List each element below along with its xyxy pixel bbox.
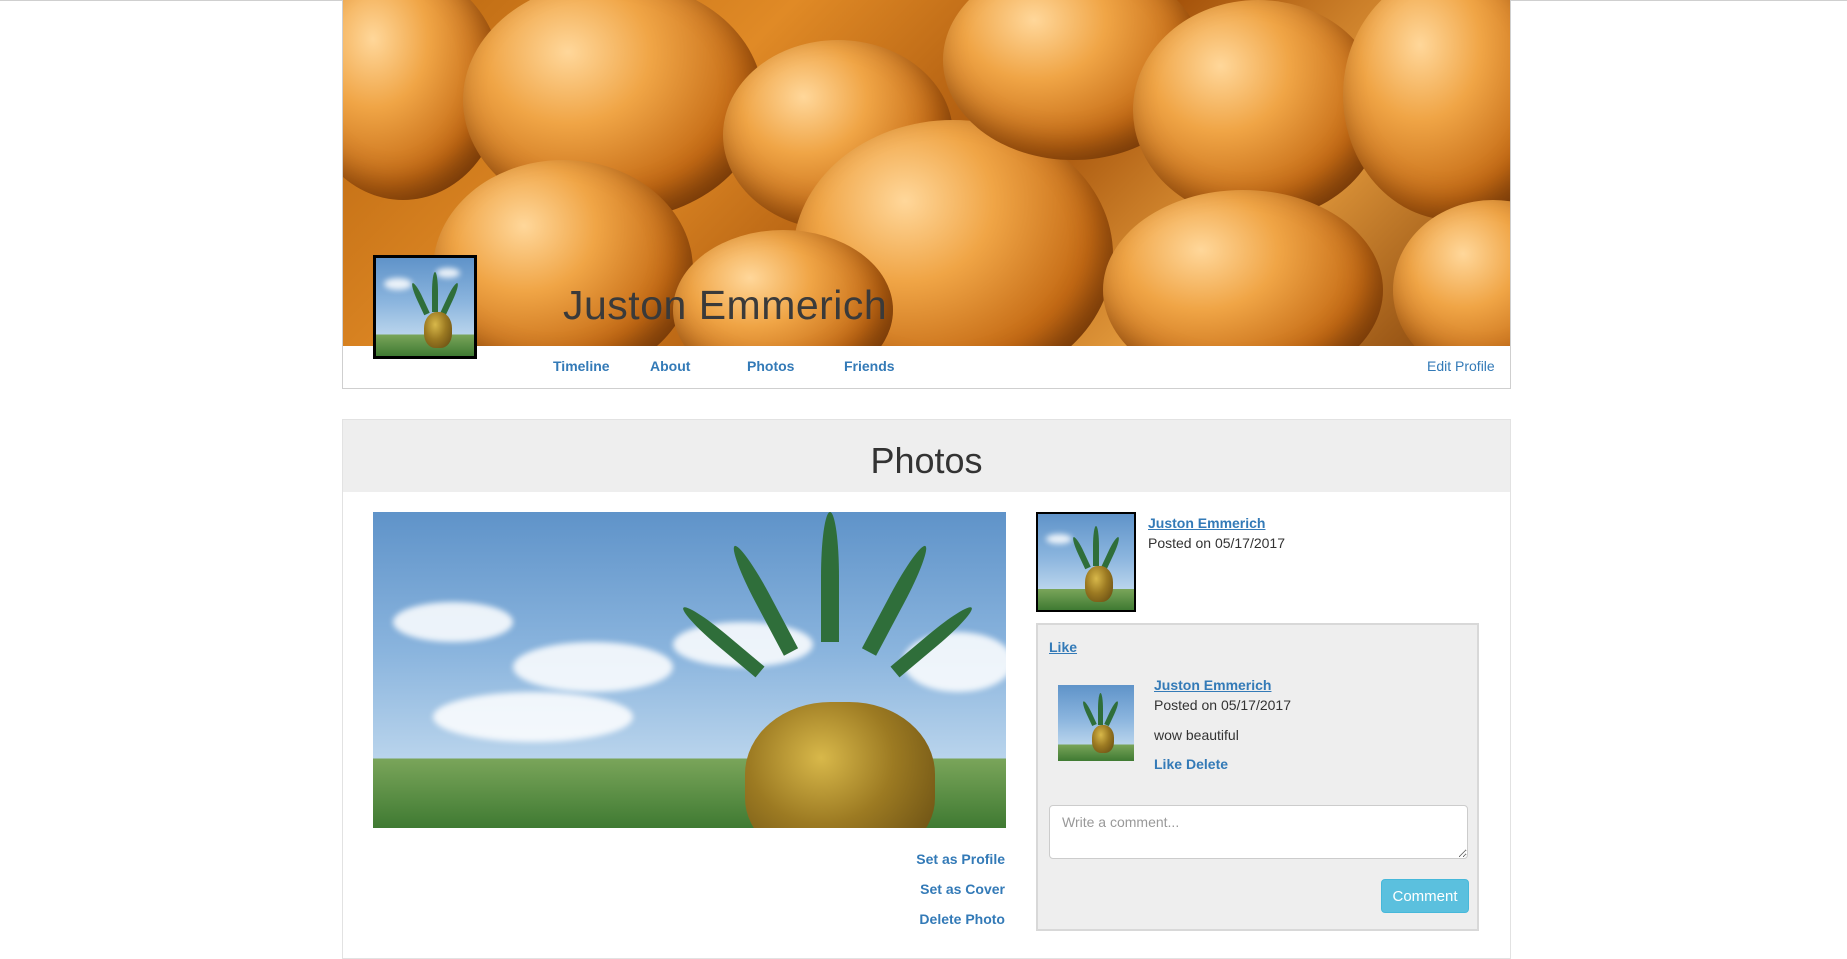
profile-name: Juston Emmerich — [563, 282, 888, 328]
nav-friends[interactable]: Friends — [844, 358, 895, 374]
poster-avatar[interactable] — [1036, 512, 1136, 612]
comment-input[interactable] — [1049, 805, 1468, 859]
set-as-profile-link[interactable]: Set as Profile — [833, 850, 1005, 880]
photo-actions: Set as Profile Set as Cover Delete Photo — [833, 850, 1005, 940]
post-date: Posted on 05/17/2017 — [1148, 535, 1286, 551]
comment-delete-link[interactable]: Delete — [1186, 756, 1228, 772]
nav-about[interactable]: About — [650, 358, 690, 374]
profile-avatar-image — [376, 258, 474, 356]
pineapple-photo-image — [373, 512, 1006, 828]
comments-box: Like Juston Emmerich Posted on 05/17/201… — [1036, 623, 1479, 931]
profile-avatar[interactable] — [373, 255, 477, 359]
main-photo — [373, 512, 1006, 828]
photos-panel: Photos Set as Profile Set as Cover Delet… — [342, 419, 1511, 959]
comment-avatar[interactable] — [1058, 685, 1134, 761]
comment-like-link[interactable]: Like — [1154, 756, 1182, 772]
poster-name-link[interactable]: Juston Emmerich — [1148, 515, 1265, 531]
comment-submit-button[interactable]: Comment — [1381, 879, 1469, 913]
delete-photo-link[interactable]: Delete Photo — [833, 910, 1005, 940]
comment-author-link[interactable]: Juston Emmerich — [1154, 677, 1271, 693]
comment-actions: Like Delete — [1154, 756, 1232, 772]
like-photo-link[interactable]: Like — [1049, 639, 1077, 655]
profile-nav: Timeline About Photos Friends Edit Profi… — [343, 346, 1510, 388]
profile-header: Juston Emmerich Timeline About Photos Fr… — [342, 0, 1511, 389]
nav-timeline[interactable]: Timeline — [553, 358, 610, 374]
cover-photo: Juston Emmerich — [343, 0, 1510, 346]
comment-date: Posted on 05/17/2017 — [1154, 697, 1292, 713]
photos-title: Photos — [870, 440, 983, 481]
photos-title-bar: Photos — [343, 420, 1510, 492]
set-as-cover-link[interactable]: Set as Cover — [833, 880, 1005, 910]
comment-text: wow beautiful — [1154, 727, 1239, 743]
edit-profile-link[interactable]: Edit Profile — [1427, 358, 1495, 374]
nav-photos[interactable]: Photos — [747, 358, 794, 374]
